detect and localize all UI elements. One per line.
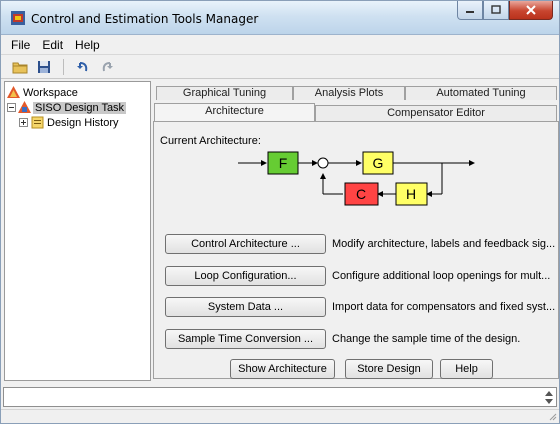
title-bar[interactable]: Control and Estimation Tools Manager	[1, 1, 559, 35]
sample-time-conversion-button[interactable]: Sample Time Conversion ...	[165, 329, 326, 349]
window-title: Control and Estimation Tools Manager	[31, 12, 259, 26]
close-button[interactable]	[509, 1, 553, 20]
control-architecture-description: Modify architecture, labels and feedback…	[332, 238, 556, 250]
menu-help[interactable]: Help	[69, 38, 106, 52]
minimize-icon	[466, 11, 474, 13]
status-text-area[interactable]	[3, 387, 557, 407]
open-folder-icon[interactable]	[11, 58, 29, 76]
status-bar	[1, 409, 559, 423]
tab-compensator-editor[interactable]: Compensator Editor	[315, 105, 557, 121]
tree-node-siso-task[interactable]: SISO Design Task	[7, 100, 127, 115]
tab-analysis-plots[interactable]: Analysis Plots	[293, 86, 405, 100]
tree-node-workspace[interactable]: Workspace	[7, 85, 78, 100]
current-architecture-label: Current Architecture:	[160, 135, 261, 147]
sample-time-conversion-description: Change the sample time of the design.	[332, 333, 521, 345]
status-scroll-spinner[interactable]	[544, 390, 554, 406]
loop-configuration-description: Configure additional loop openings for m…	[332, 270, 551, 282]
menu-file[interactable]: File	[5, 38, 36, 52]
block-g-label: G	[373, 155, 384, 171]
resize-grip-icon[interactable]	[547, 411, 557, 421]
redo-icon[interactable]	[98, 58, 116, 76]
block-c-label: C	[356, 186, 366, 202]
show-architecture-button[interactable]: Show Architecture	[230, 359, 335, 379]
control-architecture-button[interactable]: Control Architecture ...	[165, 234, 326, 254]
undo-icon[interactable]	[74, 58, 92, 76]
maximize-button[interactable]	[483, 1, 509, 20]
maximize-icon	[491, 5, 501, 14]
help-button[interactable]: Help	[440, 359, 493, 379]
architecture-diagram: F G C H	[238, 151, 475, 206]
menu-bar: File Edit Help	[1, 35, 559, 55]
app-icon	[11, 11, 25, 25]
expand-icon[interactable]	[19, 118, 28, 127]
store-design-button[interactable]: Store Design	[345, 359, 433, 379]
tab-automated-tuning[interactable]: Automated Tuning	[405, 86, 557, 100]
collapse-icon[interactable]	[7, 103, 16, 112]
spinner-up-icon[interactable]	[545, 390, 553, 396]
system-data-button[interactable]: System Data ...	[165, 297, 326, 317]
history-icon	[31, 116, 44, 129]
workspace-tree[interactable]: Workspace SISO Design Task Design Histor…	[4, 81, 151, 381]
block-f-label: F	[279, 155, 288, 171]
tree-label-workspace: Workspace	[23, 86, 78, 99]
tab-graphical-tuning[interactable]: Graphical Tuning	[156, 86, 293, 100]
main-window: Control and Estimation Tools Manager Fil…	[0, 0, 560, 424]
toolbar	[1, 55, 559, 79]
system-data-description: Import data for compensators and fixed s…	[332, 301, 556, 313]
siso-task-icon	[18, 101, 31, 113]
window-controls	[457, 1, 553, 21]
tree-label-siso-task: SISO Design Task	[33, 101, 127, 114]
loop-configuration-button[interactable]: Loop Configuration...	[165, 266, 326, 286]
save-icon[interactable]	[35, 58, 53, 76]
block-h-label: H	[406, 186, 416, 202]
task-panel: Graphical Tuning Analysis Plots Automate…	[153, 81, 559, 383]
minimize-button[interactable]	[457, 1, 483, 20]
spinner-down-icon[interactable]	[545, 399, 553, 405]
menu-edit[interactable]: Edit	[36, 38, 69, 52]
toolbar-separator	[63, 58, 64, 75]
tab-architecture[interactable]: Architecture	[154, 103, 315, 121]
close-icon	[526, 5, 536, 15]
tree-label-design-history: Design History	[47, 116, 119, 129]
tree-node-design-history[interactable]: Design History	[19, 115, 119, 130]
workspace-icon	[7, 86, 20, 98]
